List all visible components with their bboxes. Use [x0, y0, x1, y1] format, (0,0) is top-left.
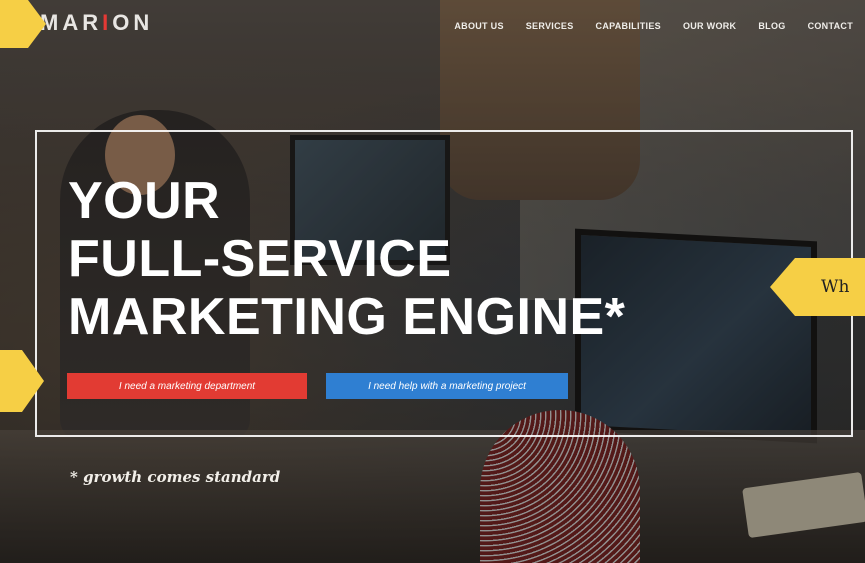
- callout-arrow-right: [770, 258, 795, 316]
- hero-tagline: * growth comes standard: [70, 468, 281, 486]
- logo-text-end: ON: [112, 10, 154, 35]
- callout-label-right: Wh: [795, 258, 865, 316]
- nav-blog[interactable]: BLOG: [758, 21, 785, 31]
- callout-marker-left: [0, 350, 22, 412]
- logo-text-accent: I: [102, 10, 113, 35]
- callout-arrow-left: [22, 350, 44, 412]
- marketing-department-button[interactable]: I need a marketing department: [67, 373, 307, 399]
- marion-logo[interactable]: MARION: [40, 10, 153, 36]
- marketing-project-button[interactable]: I need help with a marketing project: [326, 373, 568, 399]
- headline-line-3: MARKETING ENGINE*: [68, 288, 626, 346]
- hero-headline: YOUR FULL-SERVICE MARKETING ENGINE*: [68, 172, 625, 346]
- nav-services[interactable]: SERVICES: [526, 21, 574, 31]
- callout-marker-top-left: [0, 0, 28, 48]
- nav-capabilities[interactable]: CAPABILITIES: [596, 21, 661, 31]
- nav-our-work[interactable]: OUR WORK: [683, 21, 736, 31]
- nav-about-us[interactable]: ABOUT US: [454, 21, 503, 31]
- headline-line-1: YOUR: [68, 172, 221, 230]
- headline-line-2: FULL-SERVICE: [68, 230, 452, 288]
- top-navigation: MARION ABOUT US SERVICES CAPABILITIES OU…: [0, 0, 865, 50]
- nav-contact[interactable]: CONTACT: [808, 21, 853, 31]
- callout-label-text: Wh: [821, 277, 850, 297]
- main-menu: ABOUT US SERVICES CAPABILITIES OUR WORK …: [454, 21, 853, 31]
- callout-arrow-top-left: [28, 0, 46, 48]
- logo-text-start: MAR: [40, 10, 103, 35]
